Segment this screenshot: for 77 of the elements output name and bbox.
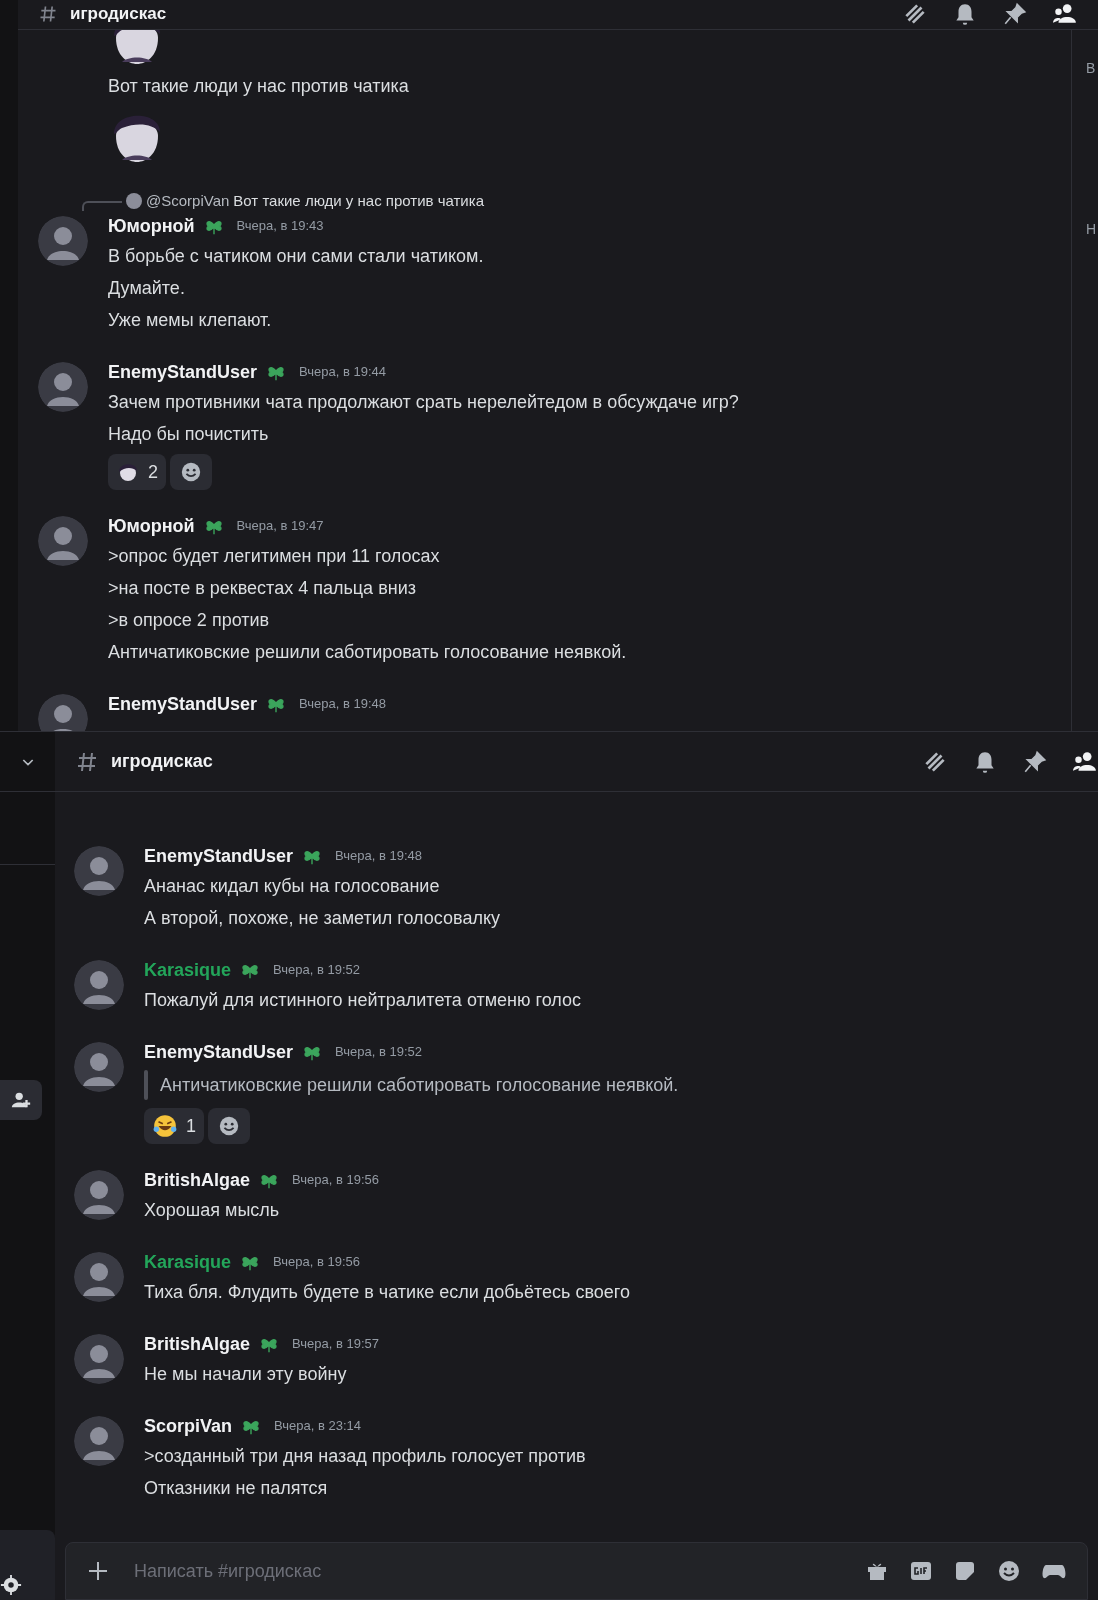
message-text: Вот такие люди у нас против чатика [108,75,410,98]
pin-icon[interactable] [1002,1,1028,27]
avatar[interactable] [74,1252,124,1302]
timestamp: Вчера, в 19:44 [299,363,387,382]
message-text: Хорошая мысль [144,1199,281,1222]
message-text: >опрос будет легитимен при 11 голосах [108,545,441,568]
member-list-text: В [1086,59,1097,78]
message-text: Думайте. [108,277,186,300]
reply-avatar [126,193,142,209]
timestamp: Вчера, в 19:57 [292,1335,379,1354]
avatar[interactable] [38,362,88,412]
message-text: >в опросе 2 против [108,609,271,632]
sticker-icon[interactable] [953,1559,977,1583]
reply-connector [82,201,122,211]
gif-icon[interactable] [909,1559,933,1583]
pin-icon[interactable] [1022,748,1048,775]
message-text: >на посте в реквестах 4 пальца вниз [108,577,417,600]
message-text: Античатиковские решили саботировать голосование неявкой. [108,641,627,664]
emoji-icon[interactable] [997,1559,1021,1583]
plus-icon[interactable] [86,1559,110,1583]
hash-icon [38,4,58,24]
author-name[interactable]: BritishAlgae [144,1166,251,1194]
author-name[interactable]: EnemyStandUser [108,690,258,718]
author-name[interactable]: EnemyStandUser [144,1038,294,1066]
timestamp: Вчера, в 19:43 [236,217,324,236]
timestamp: Вчера, в 19:48 [335,847,423,866]
author-name[interactable]: Karasique [144,956,232,984]
author-name[interactable]: BritishAlgae [144,1330,251,1358]
timestamp: Вчера, в 19:52 [273,961,361,980]
laughing-emoji-icon [152,1113,178,1139]
avatar[interactable] [38,216,88,266]
message-text: Зачем противники чата продолжают срать нерелейтедом в обсуждаче игр? [108,391,739,414]
author-name[interactable]: ScorpiVan [144,1412,233,1440]
add-friend-button[interactable] [0,1080,42,1120]
message-text: >созданный три дня назад профиль голосует против [144,1445,586,1468]
avatar[interactable] [74,1042,124,1092]
message-text: Надо бы почистить [108,423,270,446]
message-text: Пожалуй для истинного нейтралитета отменю голос [144,989,582,1012]
author-name[interactable]: EnemyStandUser [144,842,294,870]
author-name[interactable]: Юморной [108,212,195,240]
message-text: Тиха бля. Флудить будете в чатике если добьётесь своего [144,1281,630,1304]
avatar[interactable] [74,1170,124,1220]
message-text: Уже мемы клепают. [108,309,273,332]
message-text: А второй, похоже, не заметил голосовалку [144,907,500,930]
author-name[interactable]: Юморной [108,512,195,540]
author-name[interactable]: Karasique [144,1248,232,1276]
timestamp: Вчера, в 19:52 [335,1043,423,1062]
reply-text: Вот такие люди у нас против чатика [233,190,484,211]
avatar[interactable] [74,1416,124,1466]
message-input[interactable]: Написать #игродискас [65,1542,1088,1600]
avatar[interactable] [74,846,124,896]
timestamp: Вчера, в 19:56 [292,1171,379,1190]
avatar[interactable] [38,516,88,566]
channel-title: игродискас [70,3,167,26]
message-text: Ананас кидал кубы на голосование [144,875,441,898]
avatar[interactable] [74,960,124,1010]
message-text: В борьбе с чатиком они сами стали чатиком. [108,245,484,268]
smiley-icon [180,461,202,483]
add-reaction-button[interactable] [208,1108,250,1144]
channel-title: игродискас [111,750,213,773]
message-text: Отказники не палятся [144,1477,329,1500]
member-list-text: Н [1086,220,1098,239]
reaction-button[interactable]: 2 [108,454,166,490]
smiley-icon [218,1115,240,1137]
reaction-button[interactable]: 1 [144,1108,204,1144]
message-field[interactable]: Написать #игродискас [134,1557,841,1585]
author-name[interactable]: EnemyStandUser [108,358,258,386]
reply-author[interactable]: @ScorpiVan [146,189,230,213]
timestamp: Вчера, в 19:48 [299,695,387,714]
message-text: Не мы начали эту войну [144,1363,348,1386]
timestamp: Вчера, в 23:14 [274,1417,361,1436]
quote-text: Античатиковские решили саботировать голосование неявкой. [160,1074,679,1097]
avatar[interactable] [74,1334,124,1384]
settings-icon[interactable] [0,1574,22,1596]
add-reaction-button[interactable] [170,454,212,490]
timestamp: Вчера, в 19:56 [273,1253,361,1272]
timestamp: Вчера, в 19:47 [236,517,324,536]
